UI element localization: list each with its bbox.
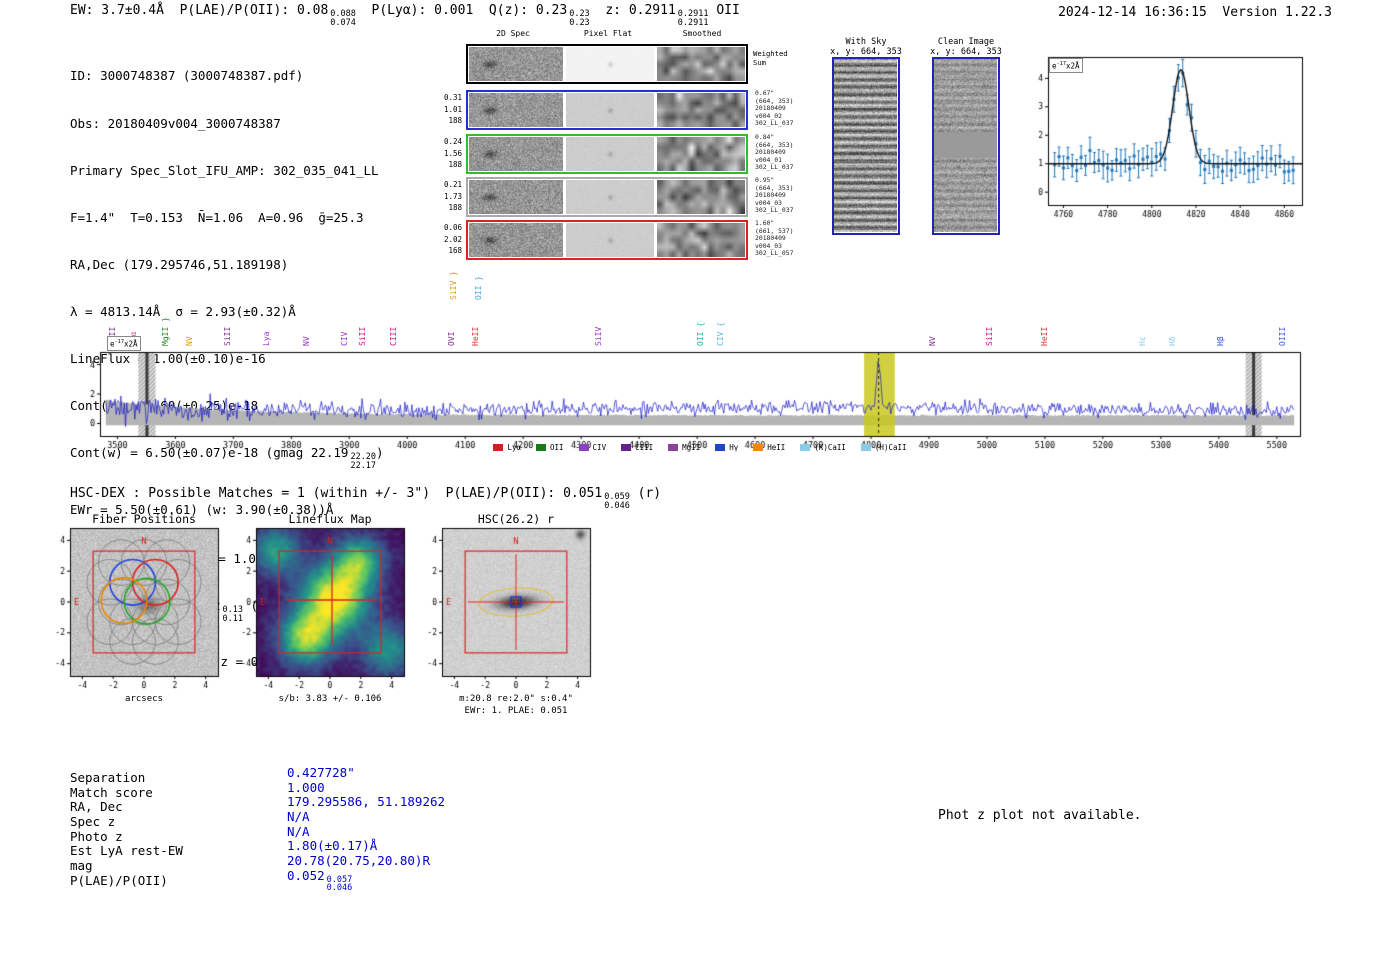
legend-item: CIV	[578, 443, 607, 452]
cutout-smoothed-image	[657, 137, 745, 171]
zoom-unit-label: e-17x2Å	[1049, 58, 1083, 73]
table-row: P(LAE)/P(OII) 0.052 0.057 0.046	[70, 867, 353, 894]
arcsecs-label: arcsecs	[125, 694, 163, 704]
cutout-smoothed-image	[657, 223, 745, 257]
legend-label: (K)CaII	[814, 443, 846, 452]
strip-right-annotations: 1.60" (661, 537) 20180409 v004_03 302_LL…	[755, 219, 794, 258]
withsky-image	[834, 59, 897, 232]
hsc-dex-match-line: HSC-DEX : Possible Matches = 1 (within +…	[70, 486, 662, 511]
withsky-frame	[832, 57, 900, 235]
cutout-smoothed-image	[657, 180, 745, 214]
cutout-row-fiber-1	[466, 90, 748, 130]
info-line-seeing: F=1.4" T=0.153 N̄=1.06 A=0.96 ḡ=25.3	[70, 209, 364, 225]
fiber-positions-canvas	[40, 522, 228, 694]
cutout-pixelflat-image	[566, 137, 654, 171]
legend-item: (K)CaII	[800, 443, 846, 452]
cleanimage-image	[934, 59, 997, 232]
cutout-2dspec-image	[469, 180, 563, 214]
cutout-smoothed-image	[657, 93, 745, 127]
legend-item: CIII	[621, 443, 653, 452]
summary-header-line: EW: 3.7±0.4Å P(LAE)/P(OII): 0.08 0.088 0.0…	[70, 3, 740, 28]
cutout-pixelflat-image	[566, 223, 654, 257]
info-line-obs: Obs: 20180409v004_3000748387	[70, 115, 281, 131]
column-title-smoothed: Smoothed	[682, 29, 722, 38]
legend-swatch	[860, 444, 871, 451]
legend-label: Lyα	[507, 443, 521, 452]
spectral-line-label: SiIV }	[449, 271, 459, 300]
info-line-lambda: λ = 4813.14Å σ = 2.93(±0.32)Å	[70, 303, 296, 319]
info-line-radec: RA,Dec (179.295746,51.189198)	[70, 256, 289, 272]
legend-item: Lyα	[493, 443, 521, 452]
cutout-2dspec-image	[469, 93, 563, 127]
cutout-row-fiber-4	[466, 220, 748, 260]
cutout-row-fiber-3	[466, 177, 748, 217]
column-title-2d-spec: 2D Spec	[496, 29, 530, 38]
strip-left-values: 0.31 1.01 188	[443, 93, 462, 125]
legend-swatch	[668, 444, 679, 451]
legend-item: MgII	[668, 443, 700, 452]
cutout-2dspec-image	[469, 137, 563, 171]
legend-swatch	[493, 444, 504, 451]
table-row: RA, Dec 179.295586, 51.189262	[70, 794, 446, 815]
lineflux-map-canvas	[226, 522, 414, 694]
table-row: Separation 0.427728"	[70, 765, 355, 785]
cutout-row-fiber-2	[466, 134, 748, 174]
cutout-pixelflat-image	[566, 180, 654, 214]
legend-swatch	[536, 444, 546, 451]
legend-item: (H)CaII	[860, 443, 907, 452]
cutout-pixelflat-image	[566, 93, 654, 127]
info-line-primary: Primary Spec_Slot_IFU_AMP: 302_035_041_L…	[70, 162, 379, 178]
legend-label: CIII	[635, 443, 654, 452]
legend-item: HeII	[753, 443, 785, 452]
spectral-line-label: OII }	[474, 275, 484, 300]
table-row: Photo z N/A	[70, 823, 310, 844]
cutout-2dspec-image	[469, 47, 563, 81]
hsc-mag-caption: m:20.8 re:2.0" s:0.4"	[459, 694, 573, 704]
table-row: Spec z N/A	[70, 809, 310, 830]
strip-left-values: 0.06 2.02 168	[443, 223, 462, 255]
withsky-title: With Sky	[845, 37, 887, 47]
main-unit-label: e-17x2Å	[107, 336, 141, 351]
main-spectrum-plot	[58, 338, 1308, 458]
cleanimage-frame	[932, 57, 1000, 235]
legend-label: OII	[550, 443, 564, 452]
legend-swatch	[621, 444, 632, 451]
hsc-ewr-caption: EWr: 1. PLAE: 0.051	[464, 706, 568, 716]
strip-right-annotations: 0.84" (664, 353) 20180409 v004_01 302_LL…	[755, 133, 794, 172]
legend-swatch	[753, 444, 764, 451]
legend-swatch	[715, 444, 726, 451]
cutout-2dspec-image	[469, 223, 563, 257]
strip-right-annotations: 0.67" (664, 353) 20180409 v004_02 302_LL…	[755, 89, 794, 128]
legend-label: MgII	[682, 443, 701, 452]
cleanimage-coords: x, y: 664, 353	[930, 47, 1002, 57]
column-title-pixel-flat: Pixel Flat	[583, 29, 633, 38]
legend-item: OII	[536, 443, 564, 452]
zoom-spectrum-plot	[1030, 48, 1310, 226]
legend-swatch	[578, 444, 589, 451]
cleanimage-title: Clean Image	[937, 37, 995, 47]
spectrum-legend: Lyα OII CIV CIII MgII Hγ HeII (K)CaII (H)CaII	[100, 443, 1300, 452]
legend-label: Hγ	[729, 443, 739, 452]
weighted-sum-label: Weighted Sum	[753, 49, 788, 67]
strip-left-values: 0.24 1.56 188	[443, 137, 462, 169]
cutout-smoothed-image	[657, 47, 745, 81]
cutout-row-weighted-sum	[466, 44, 748, 84]
lineflux-sb-caption: s/b: 3.83 +/- 0.106	[278, 694, 382, 704]
hsc-image-canvas	[412, 522, 600, 694]
legend-item: Hγ	[715, 443, 738, 452]
photz-note: Phot z plot not available.	[938, 808, 1142, 823]
timestamp-version: 2024-12-14 16:36:15 Version 1.22.3	[1058, 5, 1332, 20]
strip-right-annotations: 0.95" (664, 353) 20180409 v004_03 302_LL…	[755, 176, 794, 215]
catalog-match-table: Separation 0.427728" Match score 1.000 RA,…	[70, 765, 446, 894]
withsky-coords: x, y: 664, 353	[830, 47, 902, 57]
legend-swatch	[800, 444, 811, 451]
legend-label: CIV	[592, 443, 607, 452]
strip-left-values: 0.21 1.73 188	[443, 180, 462, 212]
cutout-pixelflat-image	[566, 47, 654, 81]
info-line-id: ID: 3000748387 (3000748387.pdf)	[70, 68, 304, 84]
table-row: mag 20.78(20.75,20.80)R	[70, 853, 430, 874]
legend-label: (H)CaII	[874, 443, 907, 452]
legend-label: HeII	[767, 443, 786, 452]
